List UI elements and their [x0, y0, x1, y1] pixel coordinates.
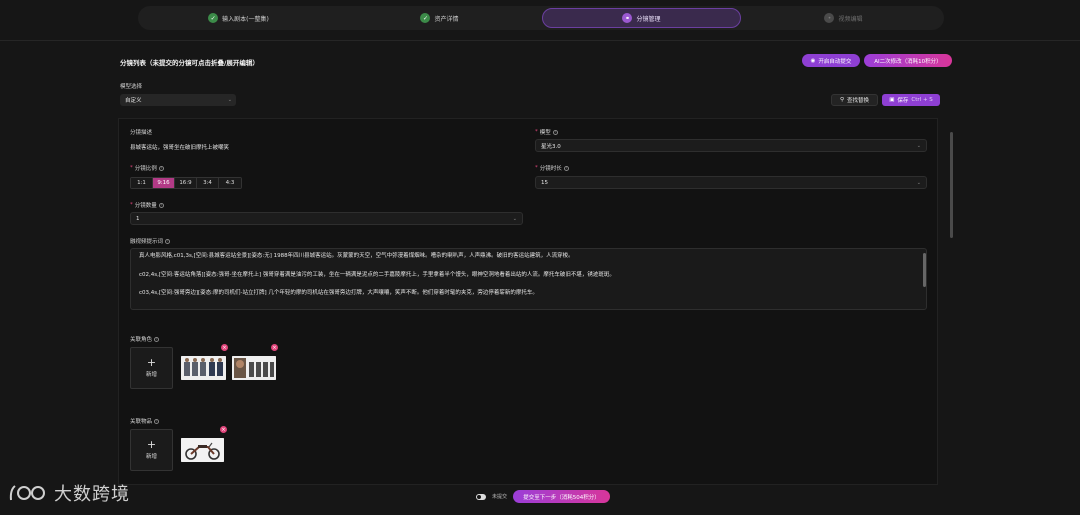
watermark-logo — [9, 485, 45, 501]
chevron-down-icon: ⌄ — [227, 97, 232, 103]
prompt-line: c03,4s,[空间:强哥旁边][姿态:摩的司机们-站立打牌] 几个年轻的摩的司… — [139, 290, 538, 296]
step-input-script[interactable]: ✓ 输入剧本(一整集) — [140, 8, 337, 28]
ratio-option-1-1[interactable]: 1:1 — [131, 178, 153, 188]
header-divider — [0, 40, 1080, 41]
add-character-button[interactable]: + 新增 — [130, 347, 173, 389]
search-replace-button[interactable]: ⚲ 查找替换 — [831, 94, 878, 106]
characters-label: 关联角色 ? — [130, 335, 160, 343]
description-label-text: 分镜描述 — [130, 130, 153, 136]
dot-icon: • — [824, 13, 835, 23]
step-video-edit[interactable]: • 视频编辑 — [745, 8, 942, 28]
save-label: 保存 — [897, 98, 909, 104]
props-label: 关联物品 ? — [130, 417, 160, 425]
help-icon: ? — [154, 418, 160, 424]
auto-submit-button[interactable]: ◉ 开启自动提交 — [802, 54, 860, 67]
ratio-option-4-3[interactable]: 4:3 — [219, 178, 241, 188]
footer-bar: 未提交 提交至下一步（消耗504积分） — [476, 490, 611, 503]
prompt-line: c02,4s,[空间:客运站角落][姿态:强哥-坐在摩托上] 强哥穿着满是油污的… — [139, 271, 615, 278]
link-icon: ⚭ — [622, 13, 633, 23]
help-icon: ? — [165, 238, 171, 244]
step-asset-details[interactable]: ✓ 资产详情 — [341, 8, 538, 28]
step-label: 资产详情 — [434, 15, 459, 23]
model-dropdown[interactable]: 星光3.0 ⌄ — [535, 139, 927, 152]
toggle-label: 未提交 — [492, 494, 508, 500]
check-icon: ✓ — [208, 13, 219, 23]
add-prop-button[interactable]: + 新增 — [130, 429, 173, 471]
watermark: 大数跨境 — [8, 480, 130, 506]
step-storyboard-management[interactable]: ⚭ 分镜管理 — [542, 8, 741, 28]
prompt-scrollbar[interactable] — [923, 253, 926, 287]
prompt-label: 融视频提示词 ? — [130, 237, 171, 245]
progress-stepper: ✓ 输入剧本(一整集) ✓ 资产详情 ⚭ 分镜管理 • 视频编辑 — [138, 6, 944, 30]
submit-toggle[interactable] — [476, 493, 486, 500]
count-value: 1 — [136, 215, 140, 222]
duration-label-text: 分镜时长 — [539, 166, 562, 172]
model-label: * 模型 ? — [535, 128, 558, 136]
auto-submit-label: 开启自动提交 — [818, 58, 852, 65]
chevron-down-icon: ⌄ — [916, 179, 921, 186]
ratio-option-9-16[interactable]: 9:16 — [153, 178, 175, 188]
watermark-text: 大数跨境 — [54, 484, 130, 505]
duration-dropdown[interactable]: 15 ⌄ — [535, 176, 927, 189]
step-label: 分镜管理 — [636, 15, 661, 23]
model-value: 星光3.0 — [541, 143, 561, 150]
check-icon: ✓ — [420, 13, 431, 23]
help-icon: ? — [154, 336, 160, 342]
chevron-down-icon: ⌄ — [512, 215, 517, 222]
step-label: 视频编辑 — [838, 15, 863, 23]
save-icon: ▣ — [889, 97, 895, 103]
toggle-icon: ◉ — [810, 57, 816, 64]
help-icon: ? — [563, 165, 569, 171]
props-label-text: 关联物品 — [130, 419, 153, 425]
remove-prop-icon[interactable]: × — [220, 426, 227, 433]
characters-label-text: 关联角色 — [130, 337, 153, 343]
ratio-option-3-4[interactable]: 3:4 — [197, 178, 219, 188]
count-label-text: 分镜数量 — [134, 203, 157, 209]
prompt-line: 真人电影风格,c01,3s,[空间:县城客运站全景][姿态:无] 1988年四川… — [139, 253, 574, 259]
model-select-value: 自定义 — [125, 98, 142, 104]
prop-thumbnail-motorcycle[interactable] — [181, 438, 224, 462]
help-icon: ? — [158, 165, 164, 171]
ai-edit-button[interactable]: AI二次修改（消耗10积分） — [864, 54, 952, 67]
model-select-dropdown[interactable]: 自定义 ⌄ — [120, 94, 236, 106]
remove-character-1-icon[interactable]: × — [221, 344, 228, 351]
add-label: 新增 — [145, 453, 157, 460]
required-mark: * — [130, 202, 133, 208]
plus-icon: + — [146, 355, 157, 369]
remove-character-2-icon[interactable]: × — [271, 344, 278, 351]
help-icon: ? — [158, 202, 164, 208]
character-thumbnail-2[interactable] — [232, 356, 276, 380]
model-select-label: 模型选择 — [120, 84, 143, 90]
prompt-textarea[interactable]: 真人电影风格,c01,3s,[空间:县城客运站全景][姿态:无] 1988年四川… — [130, 248, 927, 310]
required-mark: * — [130, 165, 133, 171]
model-label-text: 模型 — [539, 130, 551, 136]
add-label: 新增 — [145, 371, 157, 378]
ratio-label: * 分镜比例 ? — [130, 164, 164, 172]
help-icon: ? — [552, 129, 558, 135]
prompt-label-text: 融视频提示词 — [130, 239, 164, 245]
ratio-selector: 1:1 9:16 16:9 3:4 4:3 — [130, 177, 242, 189]
chevron-down-icon: ⌄ — [916, 142, 921, 149]
duration-value: 15 — [541, 179, 548, 186]
required-mark: * — [535, 129, 538, 135]
required-mark: * — [535, 165, 538, 171]
count-label: * 分镜数量 ? — [130, 201, 164, 209]
search-icon: ⚲ — [839, 97, 844, 103]
save-button[interactable]: ▣ 保存 Ctrl + S — [882, 94, 940, 106]
count-dropdown[interactable]: 1 ⌄ — [130, 212, 523, 225]
save-shortcut: Ctrl + S — [911, 97, 933, 103]
page-title: 分镜列表（未提交的分镜可点击折叠/展开编辑） — [120, 59, 259, 67]
submit-next-button[interactable]: 提交至下一步（消耗504积分） — [513, 490, 611, 503]
ratio-label-text: 分镜比例 — [134, 166, 157, 172]
character-thumbnail-1[interactable] — [181, 356, 226, 380]
description-value[interactable]: 县城客运站，强哥坐在破旧摩托上被嘲笑 — [130, 143, 229, 151]
description-label: 分镜描述 — [130, 128, 152, 136]
search-replace-label: 查找替换 — [847, 98, 870, 104]
panel-scrollbar[interactable] — [950, 132, 953, 238]
ratio-option-16-9[interactable]: 16:9 — [175, 178, 197, 188]
step-label: 输入剧本(一整集) — [222, 15, 269, 23]
duration-label: * 分镜时长 ? — [535, 164, 569, 172]
plus-icon: + — [146, 437, 157, 451]
